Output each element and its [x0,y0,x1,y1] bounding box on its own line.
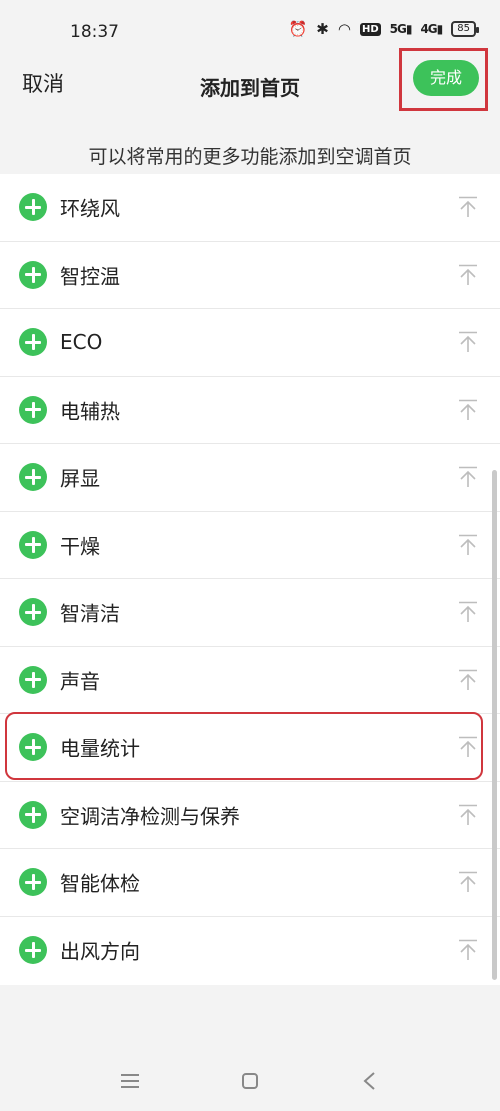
pin-to-top-icon[interactable] [458,264,478,286]
list-item-label: 环绕风 [60,196,120,221]
list-item[interactable]: 环绕风 [0,174,500,242]
list-item-label: 智控温 [60,264,120,289]
list-item-label: 出风方向 [60,939,140,964]
list-item-label: 智能体检 [60,871,140,896]
list-item-label: ECO [60,330,103,355]
hd-icon: HD [359,22,381,36]
done-button[interactable]: 完成 [413,60,479,96]
list-item-label: 智清洁 [60,601,120,626]
list-item[interactable]: 智能体检 [0,849,500,917]
home-icon[interactable] [237,1068,263,1094]
list-item[interactable]: 电辅热 [0,377,500,444]
add-icon[interactable] [19,193,47,222]
add-icon[interactable] [19,328,47,357]
pin-to-top-icon[interactable] [458,601,478,623]
add-icon[interactable] [19,665,47,694]
back-icon[interactable] [357,1068,383,1094]
add-icon[interactable] [19,733,47,762]
list-item-label: 电辅热 [60,399,120,424]
signal-4g-icon: 4G▮ [420,22,443,36]
signal-4g-label: 4G [420,22,437,36]
menu-icon[interactable] [117,1068,143,1094]
pin-to-top-icon[interactable] [458,669,478,691]
add-icon[interactable] [19,800,47,829]
add-icon[interactable] [19,395,47,424]
status-icons: ⏰ ✱ ◠ HD 5G▮ 4G▮ 85 [288,20,479,38]
battery-icon: 85 [451,21,479,37]
pin-to-top-icon[interactable] [458,939,478,961]
pin-to-top-icon[interactable] [458,736,478,758]
list-item[interactable]: 声音 [0,647,500,714]
list-item[interactable]: ECO [0,309,500,377]
pin-to-top-icon[interactable] [458,804,478,826]
pin-to-top-icon[interactable] [458,331,478,353]
nav-bar: 取消 添加到首页 完成 [0,46,500,122]
pin-to-top-icon[interactable] [458,871,478,893]
add-icon[interactable] [19,260,47,289]
list-item[interactable]: 电量统计 [0,714,500,782]
add-icon[interactable] [19,463,47,492]
list-item-label: 干燥 [60,534,100,559]
pin-to-top-icon[interactable] [458,399,478,421]
signal-5g-icon: 5G▮ [389,22,413,36]
list-item[interactable]: 屏显 [0,444,500,512]
list-item[interactable]: 出风方向 [0,917,500,985]
scrollbar[interactable] [492,470,497,980]
battery-level: 85 [457,23,470,34]
list-item-label: 声音 [60,669,100,694]
list-item-label: 空调洁净检测与保养 [60,804,240,829]
alarm-icon: ⏰ [288,20,308,38]
hint-area: 可以将常用的更多功能添加到空调首页 [0,122,500,180]
bluetooth-icon: ✱ [316,20,329,38]
add-icon[interactable] [19,530,47,559]
list-item-label: 屏显 [60,466,100,491]
list-item[interactable]: 智控温 [0,242,500,309]
pin-to-top-icon[interactable] [458,534,478,556]
list-item[interactable]: 智清洁 [0,579,500,647]
status-bar: 18:37 ⏰ ✱ ◠ HD 5G▮ 4G▮ 85 [0,0,500,46]
list-item-label: 电量统计 [60,736,140,761]
pin-to-top-icon[interactable] [458,196,478,218]
hint-text: 可以将常用的更多功能添加到空调首页 [88,146,412,168]
wifi-icon: ◠ [337,20,351,38]
status-time: 18:37 [70,22,119,42]
feature-list: 环绕风智控温 ECO 电辅热屏显干燥智清洁声音电量统计空调洁净检测与保养 智能体检出风… [0,174,500,984]
pin-to-top-icon[interactable] [458,466,478,488]
list-item[interactable]: 空调洁净检测与保养 [0,782,500,849]
signal-5g-label: 5G [389,22,407,36]
add-icon[interactable] [19,868,47,897]
add-icon[interactable] [19,598,47,627]
add-icon[interactable] [19,936,47,965]
list-item[interactable]: 干燥 [0,512,500,579]
